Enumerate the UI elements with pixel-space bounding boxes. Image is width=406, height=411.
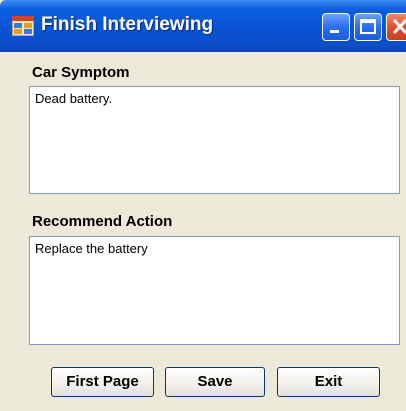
finish-interviewing-window: Finish Interviewing Car Symptom Dead bat… <box>0 0 406 411</box>
first-page-button[interactable]: First Page <box>51 367 154 397</box>
minimize-button[interactable] <box>322 13 350 41</box>
maximize-icon <box>360 19 376 34</box>
save-button[interactable]: Save <box>165 367 265 397</box>
recommend-action-textbox[interactable]: Replace the battery <box>29 236 400 345</box>
recommend-action-label: Recommend Action <box>32 213 173 230</box>
car-symptom-label: Car Symptom <box>32 64 130 81</box>
window-title: Finish Interviewing <box>41 14 214 35</box>
app-form-icon[interactable] <box>11 15 35 37</box>
title-bar[interactable]: Finish Interviewing <box>0 0 406 52</box>
minimize-icon <box>330 30 339 33</box>
exit-button[interactable]: Exit <box>277 367 380 397</box>
close-button[interactable] <box>386 13 406 41</box>
close-icon <box>392 18 406 35</box>
car-symptom-textbox[interactable]: Dead battery. <box>29 86 400 194</box>
maximize-button[interactable] <box>354 13 382 41</box>
